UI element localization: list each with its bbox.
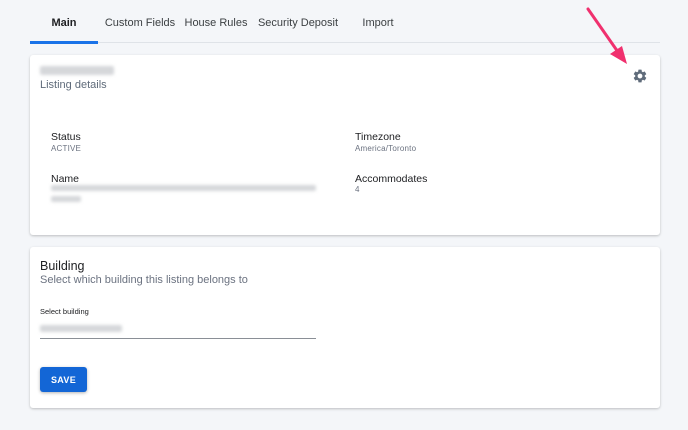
tab-main[interactable]: Main bbox=[30, 0, 98, 44]
tab-security-deposit[interactable]: Security Deposit bbox=[256, 0, 340, 42]
name-value-redacted-line2 bbox=[51, 196, 81, 202]
accommodates-value: 4 bbox=[355, 185, 360, 194]
save-button[interactable]: SAVE bbox=[40, 367, 87, 392]
building-subtitle: Select which building this listing belon… bbox=[40, 274, 248, 286]
tab-house-rules[interactable]: House Rules bbox=[183, 0, 249, 42]
accommodates-label: Accommodates bbox=[355, 173, 428, 185]
status-value: ACTIVE bbox=[51, 144, 82, 153]
listing-details-card: Listing details Status ACTIVE Timezone A… bbox=[30, 55, 660, 235]
building-card: Building Select which building this list… bbox=[30, 247, 660, 408]
selected-building-redacted bbox=[40, 325, 122, 332]
select-building-label: Select building bbox=[40, 307, 89, 316]
tab-import[interactable]: Import bbox=[356, 0, 400, 42]
listing-title-redacted bbox=[40, 66, 114, 75]
tab-custom-fields[interactable]: Custom Fields bbox=[102, 0, 178, 42]
listing-subtitle: Listing details bbox=[40, 79, 107, 91]
timezone-label: Timezone bbox=[355, 131, 401, 143]
status-label: Status bbox=[51, 131, 81, 143]
annotation-arrow-icon bbox=[586, 7, 627, 64]
select-building-dropdown[interactable] bbox=[40, 317, 316, 339]
gear-icon[interactable] bbox=[632, 68, 648, 84]
name-label: Name bbox=[51, 173, 80, 185]
timezone-value: America/Toronto bbox=[355, 144, 417, 153]
building-title: Building bbox=[40, 259, 85, 273]
tab-bar: Main Custom Fields House Rules Security … bbox=[30, 0, 660, 44]
name-value-redacted bbox=[51, 185, 316, 191]
